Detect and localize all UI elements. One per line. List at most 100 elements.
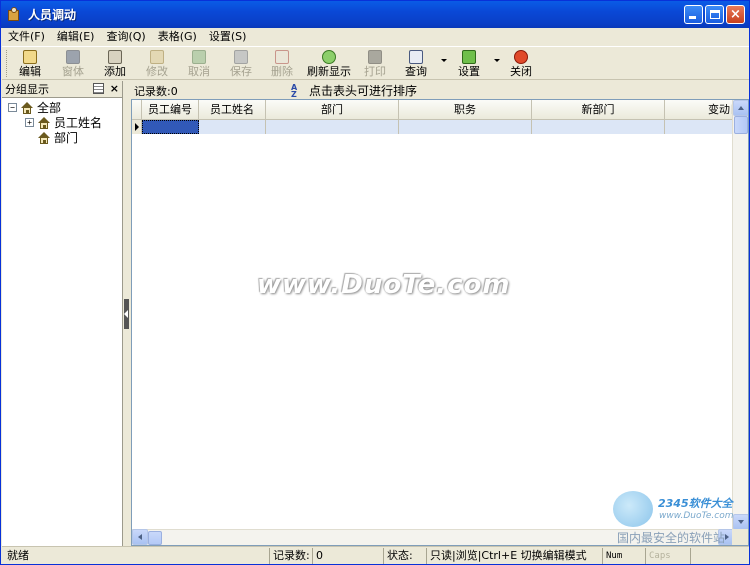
power-icon — [514, 50, 528, 64]
menu-query[interactable]: 查询(Q) — [100, 28, 151, 46]
cancel-icon — [192, 50, 206, 64]
window-controls: × — [684, 5, 745, 24]
record-count: 记录数:0 — [134, 85, 178, 98]
watermark-url: www.DuoTe.com — [659, 511, 734, 521]
menu-table[interactable]: 表格(G) — [152, 28, 203, 46]
table-cell[interactable] — [266, 120, 399, 134]
close-window-button[interactable]: × — [726, 5, 745, 24]
minimize-icon — [689, 16, 696, 19]
window-label: 窗体 — [62, 65, 84, 78]
maximize-button[interactable] — [705, 5, 724, 24]
expand-icon[interactable]: + — [25, 118, 34, 127]
status-state-value: 只读|浏览|Ctrl+E 切换编辑模式 — [426, 548, 602, 564]
save-button[interactable]: 保存 — [230, 49, 252, 79]
table-cell[interactable] — [532, 120, 665, 134]
add-button[interactable]: 添加 — [104, 49, 126, 79]
collapse-icon[interactable]: − — [8, 103, 17, 112]
print-button[interactable]: 打印 — [364, 49, 386, 79]
edit-label: 编辑 — [19, 65, 41, 78]
tree-item-employee-name[interactable]: + 员工姓名 — [2, 115, 122, 130]
table-cell[interactable] — [399, 120, 532, 134]
settings-label: 设置 — [458, 65, 480, 78]
query-button[interactable]: 查询 — [405, 49, 427, 79]
edit-icon — [23, 50, 37, 64]
panel-splitter[interactable] — [123, 81, 131, 546]
delete-label: 删除 — [271, 65, 293, 78]
horizontal-scroll-thumb[interactable] — [148, 531, 162, 545]
print-icon — [368, 50, 382, 64]
panel-close-icon[interactable]: × — [110, 83, 119, 94]
column-header-new-department[interactable]: 新部门 — [532, 100, 665, 120]
scroll-left-icon[interactable] — [132, 529, 148, 545]
column-header-employee-id[interactable]: 员工编号 — [142, 100, 199, 120]
watermark-logo: 2345软件大全 www.DuoTe.com 国内最安全的软件站 — [613, 489, 748, 545]
tree-item-all[interactable]: − 全部 — [2, 100, 122, 115]
scroll-up-icon[interactable] — [733, 100, 748, 116]
app-icon — [6, 6, 22, 23]
menu-edit[interactable]: 编辑(E) — [51, 28, 101, 46]
modify-button[interactable]: 修改 — [146, 49, 168, 79]
add-label: 添加 — [104, 65, 126, 78]
refresh-icon — [322, 50, 336, 64]
table-cell[interactable] — [199, 120, 266, 134]
print-label: 打印 — [364, 65, 386, 78]
settings-dropdown-arrow[interactable] — [494, 59, 500, 62]
refresh-button[interactable]: 刷新显示 — [307, 49, 351, 79]
group-panel: 分组显示 × − 全部 + 员工姓名 部门 — [2, 81, 123, 546]
sort-az-icon: AZ — [291, 82, 298, 99]
collapse-panel-icon[interactable] — [124, 299, 129, 329]
sort-hint: AZ 点击表头可进行排序 — [291, 82, 417, 99]
window-button[interactable]: 窗体 — [62, 49, 84, 79]
table-cell[interactable] — [142, 120, 199, 134]
window-title: 人员调动 — [28, 8, 77, 22]
status-caps: Caps — [645, 548, 690, 564]
modify-label: 修改 — [146, 65, 168, 78]
data-grid: 员工编号 员工姓名 部门 职务 新部门 变动日期 www.DuoTe.com — [131, 99, 749, 546]
query-label: 查询 — [405, 65, 427, 78]
watermark-slogan: 国内最安全的软件站 — [617, 531, 726, 545]
grid-corner — [132, 100, 142, 120]
toolbar: 编辑 窗体 添加 修改 取消 保存 删除 刷新显示 打印 查询 设置 关闭 — [2, 46, 749, 80]
menu-settings[interactable]: 设置(S) — [203, 28, 253, 46]
column-header-department[interactable]: 部门 — [266, 100, 399, 120]
edit-button[interactable]: 编辑 — [19, 49, 41, 79]
status-record-value: 0 — [312, 548, 382, 564]
query-dropdown-arrow[interactable] — [441, 59, 447, 62]
close-button[interactable]: 关闭 — [510, 49, 532, 79]
column-header-position[interactable]: 职务 — [399, 100, 532, 120]
cancel-label: 取消 — [188, 65, 210, 78]
status-ready: 就绪 — [7, 549, 29, 562]
settings-icon — [462, 50, 476, 64]
tree-item-department[interactable]: 部门 — [2, 130, 122, 145]
group-panel-header: 分组显示 × — [2, 81, 122, 98]
watermark-text: www.DuoTe.com — [257, 270, 511, 300]
table-cell[interactable] — [665, 120, 739, 134]
title-bar[interactable]: 人员调动 × — [1, 1, 749, 28]
status-record-label: 记录数: — [269, 548, 312, 564]
modify-icon — [150, 50, 164, 64]
vertical-scroll-thumb[interactable] — [734, 116, 748, 134]
window-icon — [66, 50, 80, 64]
close-icon: × — [730, 7, 741, 22]
toolbar-grip[interactable] — [6, 50, 9, 77]
data-panel-header: 记录数:0 AZ 点击表头可进行排序 — [131, 81, 749, 98]
menu-bar: 文件(F) 编辑(E) 查询(Q) 表格(G) 设置(S) — [2, 28, 749, 46]
status-extra — [690, 548, 747, 564]
delete-button[interactable]: 删除 — [271, 49, 293, 79]
watermark-brand: 2345软件大全 — [658, 497, 733, 510]
settings-button[interactable]: 设置 — [458, 49, 480, 79]
status-state-label: 状态: — [383, 548, 426, 564]
status-num: Num — [602, 548, 645, 564]
status-bar: 就绪 记录数: 0 状态: 只读|浏览|Ctrl+E 切换编辑模式 Num Ca… — [2, 546, 749, 564]
minimize-button[interactable] — [684, 5, 703, 24]
panel-options-icon[interactable] — [92, 83, 104, 94]
menu-file[interactable]: 文件(F) — [2, 28, 51, 46]
maximize-icon — [710, 10, 720, 19]
column-header-employee-name[interactable]: 员工姓名 — [199, 100, 266, 120]
vertical-scrollbar[interactable] — [732, 100, 748, 530]
folder-home-icon — [38, 116, 50, 129]
cancel-button[interactable]: 取消 — [188, 49, 210, 79]
folder-home-icon — [21, 101, 33, 114]
table-row[interactable] — [132, 120, 739, 134]
data-panel: 记录数:0 AZ 点击表头可进行排序 员工编号 员工姓名 部门 职务 新部门 变… — [131, 81, 749, 546]
